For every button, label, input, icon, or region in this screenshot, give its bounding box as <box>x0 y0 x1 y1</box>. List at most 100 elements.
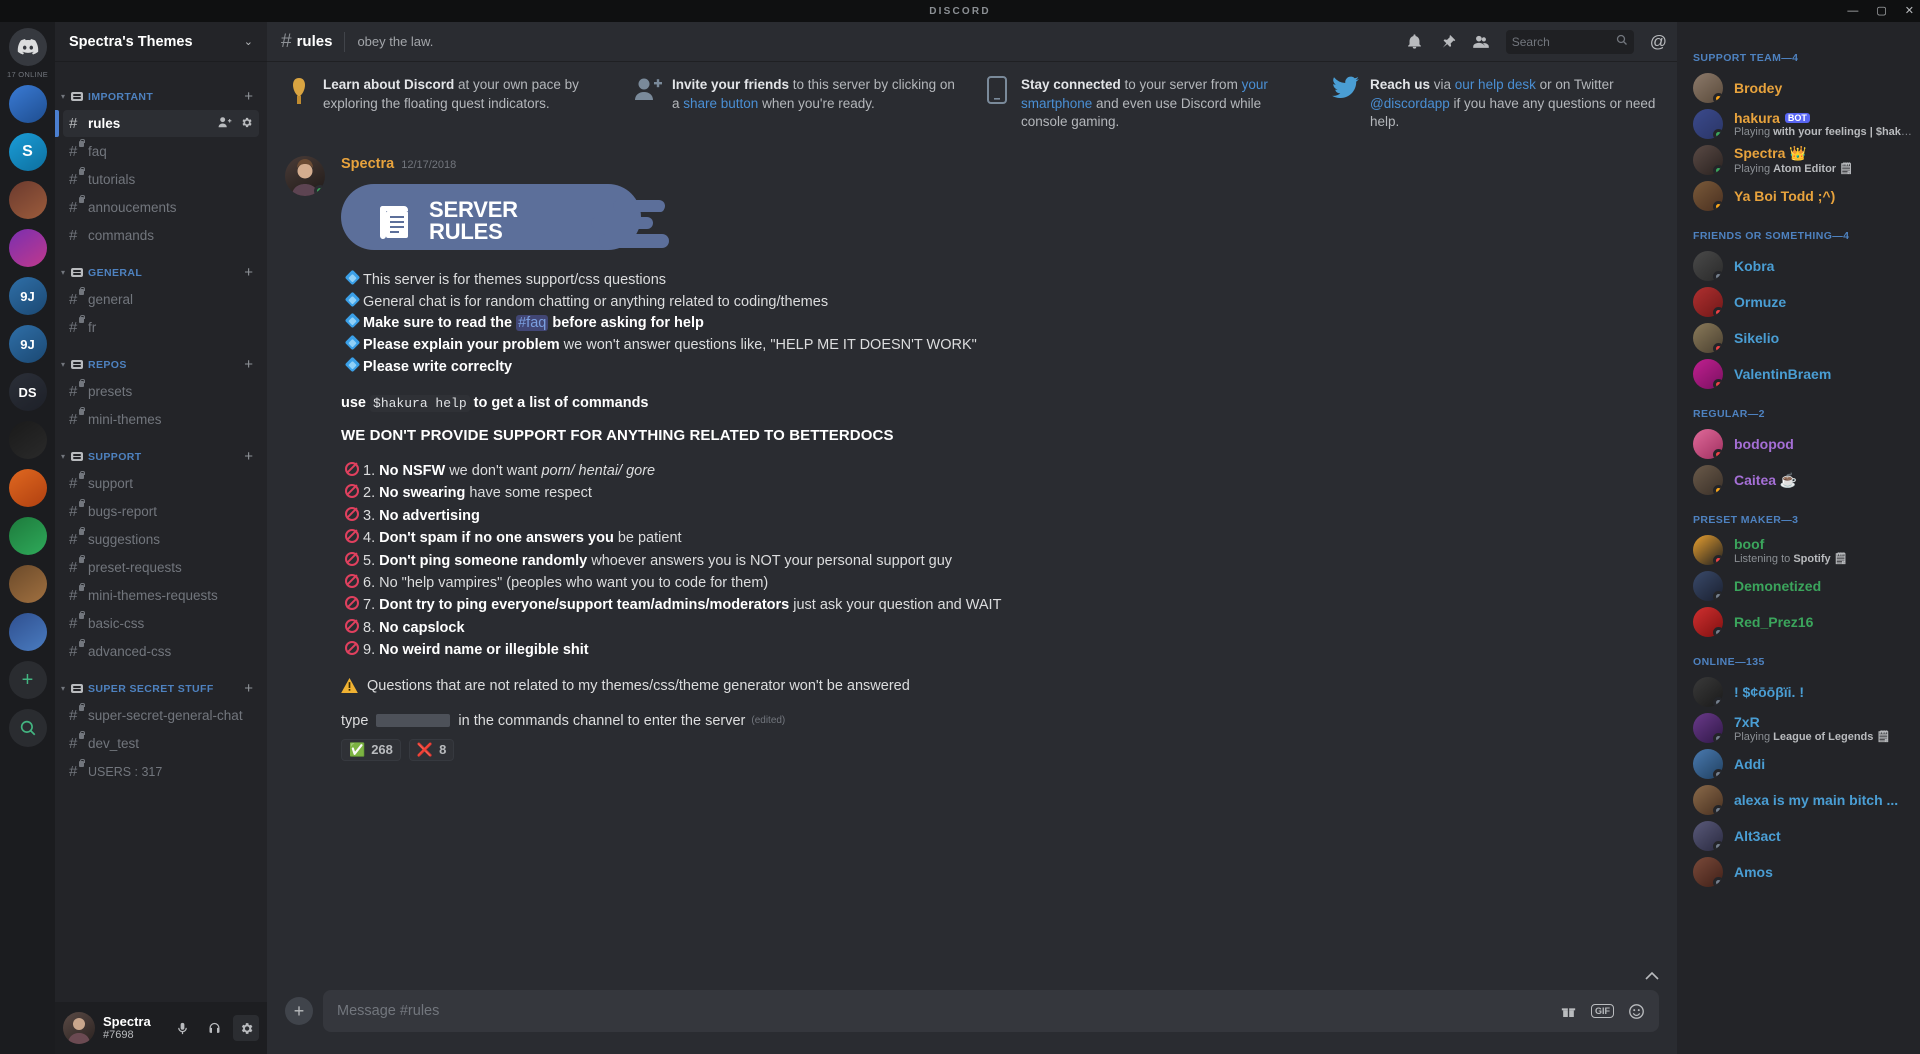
bullet-rule-text-4: Please write correclty <box>363 357 512 379</box>
guild-icon-2[interactable] <box>8 181 47 219</box>
invite-icon[interactable] <box>218 116 232 131</box>
guild-icon-9[interactable] <box>8 517 47 555</box>
member-list[interactable]: SUPPORT TEAM—4 Brodey hakura BOT Playing wit… <box>1677 22 1920 1054</box>
tip-3-part-4[interactable]: @discordapp <box>1370 96 1450 111</box>
member-row[interactable]: Ya Boi Todd ;^) <box>1677 178 1920 214</box>
channel-item-rules[interactable]: # rules <box>55 110 259 137</box>
member-row[interactable]: ValentinBraem <box>1677 356 1920 392</box>
channel-item-basic-css[interactable]: # basic-css <box>63 610 259 637</box>
channel-list[interactable]: ▾ IMPORTANT + # rules # faq # tutorials # annoucem… <box>55 62 267 1002</box>
channel-item-advanced-css[interactable]: # advanced-css <box>63 638 259 665</box>
collapse-chevron-icon[interactable] <box>1645 970 1659 984</box>
gif-button[interactable]: GIF <box>1591 1004 1614 1018</box>
microphone-icon[interactable] <box>169 1015 195 1041</box>
headset-icon[interactable] <box>201 1015 227 1041</box>
member-row[interactable]: ! $¢ōōβïi. ! <box>1677 674 1920 710</box>
bullet-2-part-1[interactable]: #faq <box>516 315 549 332</box>
add-server-button[interactable]: + <box>8 661 47 699</box>
channel-item-tutorials[interactable]: # tutorials <box>63 166 259 193</box>
channel-item-users---317[interactable]: # USERS : 317 <box>63 758 259 785</box>
guild-icon-4[interactable]: 9J <box>8 277 47 315</box>
channel-category-repos[interactable]: ▾ REPOS + <box>55 342 267 377</box>
add-channel-button[interactable]: + <box>244 264 259 281</box>
guild-icon-10[interactable] <box>8 565 47 603</box>
channel-item-general[interactable]: # general <box>63 286 259 313</box>
channel-item-mini-themes-requests[interactable]: # mini-themes-requests <box>63 582 259 609</box>
maximize-button[interactable]: ▢ <box>1876 5 1886 17</box>
channel-item-dev-test[interactable]: # dev_test <box>63 730 259 757</box>
member-row[interactable]: Spectra 👑 Playing Atom Editor 🗒 <box>1677 142 1920 178</box>
channel-category-support[interactable]: ▾ SUPPORT + <box>55 434 267 469</box>
guild-icon-1[interactable]: S <box>8 133 47 171</box>
channel-item-bugs-report[interactable]: # bugs-report <box>63 498 259 525</box>
channel-item-presets[interactable]: # presets <box>63 378 259 405</box>
channel-item-faq[interactable]: # faq <box>63 138 259 165</box>
explore-servers-icon[interactable] <box>8 709 47 747</box>
lock-icon <box>79 498 85 507</box>
members-icon[interactable] <box>1472 33 1490 50</box>
member-row[interactable]: Brodey <box>1677 70 1920 106</box>
add-channel-button[interactable]: + <box>244 680 259 697</box>
member-row[interactable]: Alt3act <box>1677 818 1920 854</box>
attach-button[interactable]: + <box>285 997 313 1025</box>
message-author[interactable]: Spectra <box>341 156 394 172</box>
channel-item-preset-requests[interactable]: # preset-requests <box>63 554 259 581</box>
member-row[interactable]: Ormuze <box>1677 284 1920 320</box>
guild-icon-0[interactable] <box>8 85 47 123</box>
gear-icon[interactable] <box>240 116 253 132</box>
member-row[interactable]: bodopod <box>1677 426 1920 462</box>
guild-icon-5[interactable]: 9J <box>8 325 47 363</box>
add-channel-button[interactable]: + <box>244 88 259 105</box>
channel-item-commands[interactable]: # commands <box>63 222 259 249</box>
channel-item-fr[interactable]: # fr <box>63 314 259 341</box>
tip-1-part-2[interactable]: share button <box>683 96 758 111</box>
server-header-button[interactable]: Spectra's Themes ⌄ <box>55 22 267 62</box>
member-row[interactable]: Addi <box>1677 746 1920 782</box>
member-row[interactable]: Demonetized <box>1677 568 1920 604</box>
tip-3-part-2[interactable]: our help desk <box>1455 77 1536 92</box>
member-row[interactable]: 7xR Playing League of Legends 🗒 <box>1677 710 1920 746</box>
message-input[interactable]: Message #rules GIF <box>323 990 1659 1032</box>
channel-item-suggestions[interactable]: # suggestions <box>63 526 259 553</box>
channel-item-super-secret-general-chat[interactable]: # super-secret-general-chat <box>63 702 259 729</box>
guild-icon-6[interactable]: DS <box>8 373 47 411</box>
guild-icon-7[interactable] <box>8 421 47 459</box>
pin-icon[interactable] <box>1439 33 1456 50</box>
rule-4-part-0: 4. <box>363 530 380 547</box>
add-channel-button[interactable]: + <box>244 356 259 373</box>
guild-icon-8[interactable] <box>8 469 47 507</box>
channel-category-general[interactable]: ▾ GENERAL + <box>55 250 267 285</box>
guild-icon-11[interactable] <box>8 613 47 651</box>
channel-item-support[interactable]: # support <box>63 470 259 497</box>
member-row[interactable]: Caitea ☕ <box>1677 462 1920 498</box>
member-row[interactable]: boof Listening to Spotify 🗒 <box>1677 532 1920 568</box>
channel-category-important[interactable]: ▾ IMPORTANT + <box>55 74 267 109</box>
member-row[interactable]: Red_Prez16 <box>1677 604 1920 640</box>
channel-item-mini-themes[interactable]: # mini-themes <box>63 406 259 433</box>
mention-icon[interactable]: @ <box>1650 32 1667 52</box>
member-row[interactable]: alexa is my main bitch ... <box>1677 782 1920 818</box>
channel-category-super-secret-stuff[interactable]: ▾ SUPER SECRET STUFF + <box>55 666 267 701</box>
emoji-icon[interactable] <box>1628 1003 1645 1020</box>
avatar <box>1693 465 1723 495</box>
home-button[interactable] <box>8 28 47 66</box>
guild-icon-3[interactable] <box>8 229 47 267</box>
gear-icon[interactable] <box>233 1015 259 1041</box>
member-row[interactable]: Sikelio <box>1677 320 1920 356</box>
minimize-button[interactable]: — <box>1847 5 1858 17</box>
add-channel-button[interactable]: + <box>244 448 259 465</box>
channel-item-annoucements[interactable]: # annoucements <box>63 194 259 221</box>
reaction-1[interactable]: ❌ 8 <box>408 738 455 761</box>
avatar[interactable] <box>63 1012 95 1044</box>
online-count-label: 17 ONLINE <box>6 70 49 79</box>
member-row[interactable]: Kobra <box>1677 248 1920 284</box>
rule-4-part-2: be patient <box>613 530 682 547</box>
close-button[interactable]: ✕ <box>1905 5 1914 17</box>
member-row[interactable]: Amos <box>1677 854 1920 890</box>
reaction-0[interactable]: ✅ 268 <box>341 738 401 761</box>
bell-icon[interactable] <box>1406 33 1423 50</box>
search-input[interactable]: Search <box>1505 29 1634 54</box>
member-row[interactable]: hakura BOT Playing with your feelings | $h… <box>1677 106 1920 142</box>
gift-icon[interactable] <box>1560 1003 1577 1019</box>
avatar[interactable] <box>285 155 325 196</box>
